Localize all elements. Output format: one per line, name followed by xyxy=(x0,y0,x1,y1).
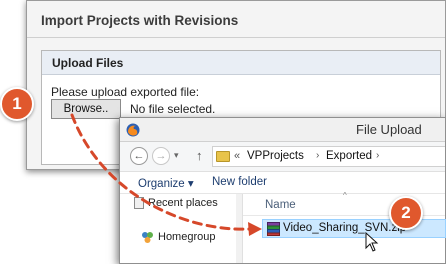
step-badge-2: 2 xyxy=(389,196,423,230)
address-bar: ← → ▾ ↑ « VPProjects › Exported › xyxy=(120,142,445,172)
file-upload-title: File Upload xyxy=(356,122,422,137)
recent-places-icon xyxy=(134,197,144,209)
title-divider xyxy=(27,37,445,38)
dialog-title: Import Projects with Revisions xyxy=(41,13,239,28)
forward-button[interactable]: → xyxy=(152,147,170,165)
nav-item-homegroup[interactable]: Homegroup xyxy=(158,231,215,243)
sort-indicator: ^ xyxy=(343,191,347,200)
file-upload-window: File Upload ← → ▾ ↑ « VPProjects › Expor… xyxy=(119,117,446,264)
file-upload-titlebar[interactable]: File Upload xyxy=(120,118,445,142)
breadcrumb-vpprojects[interactable]: VPProjects xyxy=(247,150,304,162)
file-name: Video_Sharing_SVN.zip xyxy=(283,222,407,234)
homegroup-icon xyxy=(142,232,153,243)
firefox-icon xyxy=(126,123,140,137)
recent-locations-dropdown[interactable]: ▾ xyxy=(174,150,179,161)
breadcrumb-exported[interactable]: Exported xyxy=(326,150,372,162)
breadcrumb-overflow[interactable]: « xyxy=(234,150,240,162)
step-badge-1: 1 xyxy=(0,87,34,121)
new-folder-button[interactable]: New folder xyxy=(212,176,267,188)
organize-menu[interactable]: Organize ▾ xyxy=(138,176,194,190)
file-status-text: No file selected. xyxy=(130,102,216,116)
up-folder-button[interactable]: ↑ xyxy=(196,148,203,163)
upload-prompt-label: Please upload exported file: xyxy=(51,85,200,99)
upload-files-header: Upload Files xyxy=(42,51,440,75)
nav-item-recent-places[interactable]: Recent places xyxy=(148,197,218,209)
browse-button[interactable]: Browse.. xyxy=(51,99,121,119)
file-toolbar: Organize ▾ New folder xyxy=(120,172,445,194)
back-button[interactable]: ← xyxy=(130,147,148,165)
breadcrumb-separator[interactable]: › xyxy=(376,150,379,161)
folder-icon xyxy=(216,151,230,162)
breadcrumb-separator[interactable]: › xyxy=(316,150,319,161)
zip-archive-icon xyxy=(267,222,280,236)
mouse-pointer-icon xyxy=(365,232,379,252)
breadcrumb-path[interactable]: « VPProjects › Exported › xyxy=(212,146,445,167)
column-header-name[interactable]: Name xyxy=(265,199,296,211)
navigation-pane: Recent places Homegroup xyxy=(120,194,242,263)
